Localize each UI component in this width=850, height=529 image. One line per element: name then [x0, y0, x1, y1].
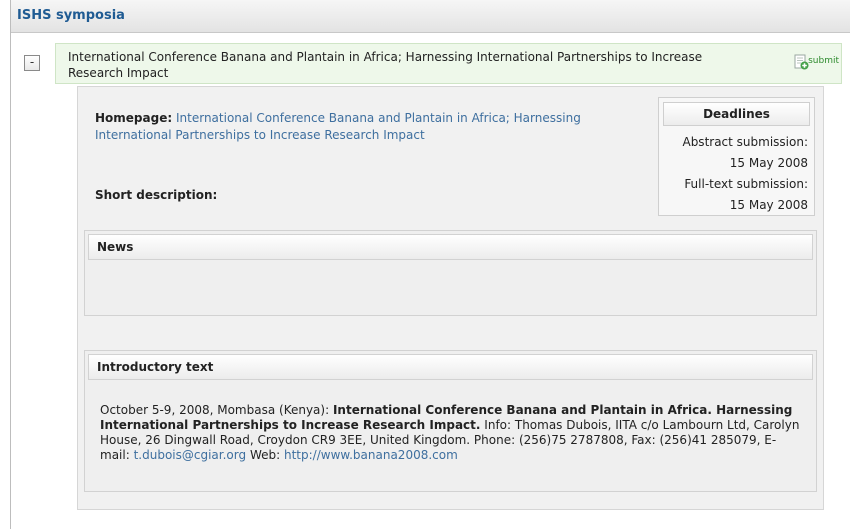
conference-title: International Conference Banana and Plan… [68, 50, 703, 80]
homepage-label: Homepage: [95, 111, 173, 125]
event-date-place: October 5-9, 2008, Mombasa (Kenya): [100, 403, 330, 417]
abstract-submission-label: Abstract submission: [682, 135, 808, 149]
deadlines-title: Deadlines [663, 102, 810, 126]
conference-row: International Conference Banana and Plan… [55, 43, 842, 84]
introductory-text-title: Introductory text [88, 354, 813, 380]
news-box: News [84, 230, 817, 316]
section-title: ISHS symposia [17, 8, 125, 23]
web-label: Web: [249, 448, 281, 462]
section-header: ISHS symposia [11, 0, 850, 33]
email-link[interactable]: t.dubois@cgiar.org [134, 448, 247, 462]
document-add-icon [794, 54, 809, 70]
submit-button[interactable]: submit [779, 54, 839, 74]
news-title: News [88, 234, 813, 260]
fulltext-submission-date: 15 May 2008 [729, 198, 808, 212]
introductory-text-box: Introductory text October 5-9, 2008, Mom… [84, 350, 817, 492]
submit-label: submit [808, 56, 839, 66]
short-description-label: Short description: [95, 188, 218, 202]
collapse-button[interactable]: - [24, 55, 40, 71]
frame-border [10, 0, 11, 529]
website-link[interactable]: http://www.banana2008.com [284, 448, 458, 462]
introductory-text-body: October 5-9, 2008, Mombasa (Kenya): Inte… [100, 403, 805, 463]
fulltext-submission-label: Full-text submission: [684, 177, 808, 191]
abstract-submission-date: 15 May 2008 [729, 156, 808, 170]
deadlines-box: Deadlines Abstract submission: 15 May 20… [658, 97, 815, 216]
homepage-section: Homepage: International Conference Banan… [95, 110, 615, 144]
